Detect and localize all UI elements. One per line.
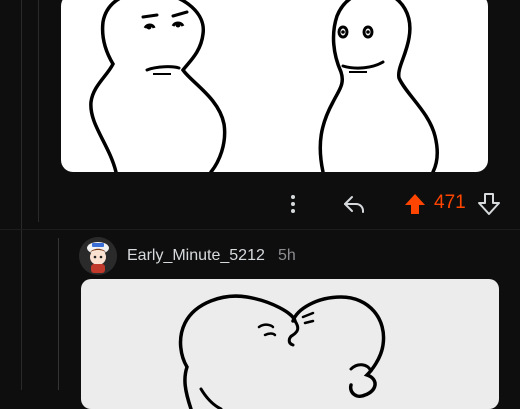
left-figure — [89, 0, 227, 172]
right-kiss-figure — [291, 295, 386, 398]
arrow-down-icon — [478, 193, 500, 215]
comment-action-row: 471 — [0, 186, 520, 222]
username[interactable]: Early_Minute_5212 — [127, 247, 265, 265]
comment-image[interactable] — [61, 0, 488, 172]
arrow-up-icon — [405, 194, 425, 214]
upvote-button[interactable] — [402, 190, 428, 218]
reply-button[interactable] — [340, 190, 368, 218]
more-options-button[interactable] — [280, 190, 306, 218]
vote-count: 471 — [434, 192, 466, 213]
timestamp: 5h — [278, 247, 296, 264]
vertical-ellipsis-icon — [291, 195, 295, 213]
avatar[interactable] — [79, 237, 117, 275]
snoo-avatar-icon — [79, 237, 117, 275]
reply-arrow-icon — [344, 196, 364, 213]
reply-header: Early_Minute_5212 5h — [79, 237, 499, 277]
comment-divider — [0, 229, 520, 230]
left-kiss-figure — [178, 294, 297, 409]
right-figure — [318, 0, 439, 172]
reply-thread-line[interactable] — [58, 238, 59, 390]
downvote-button[interactable] — [476, 190, 502, 218]
